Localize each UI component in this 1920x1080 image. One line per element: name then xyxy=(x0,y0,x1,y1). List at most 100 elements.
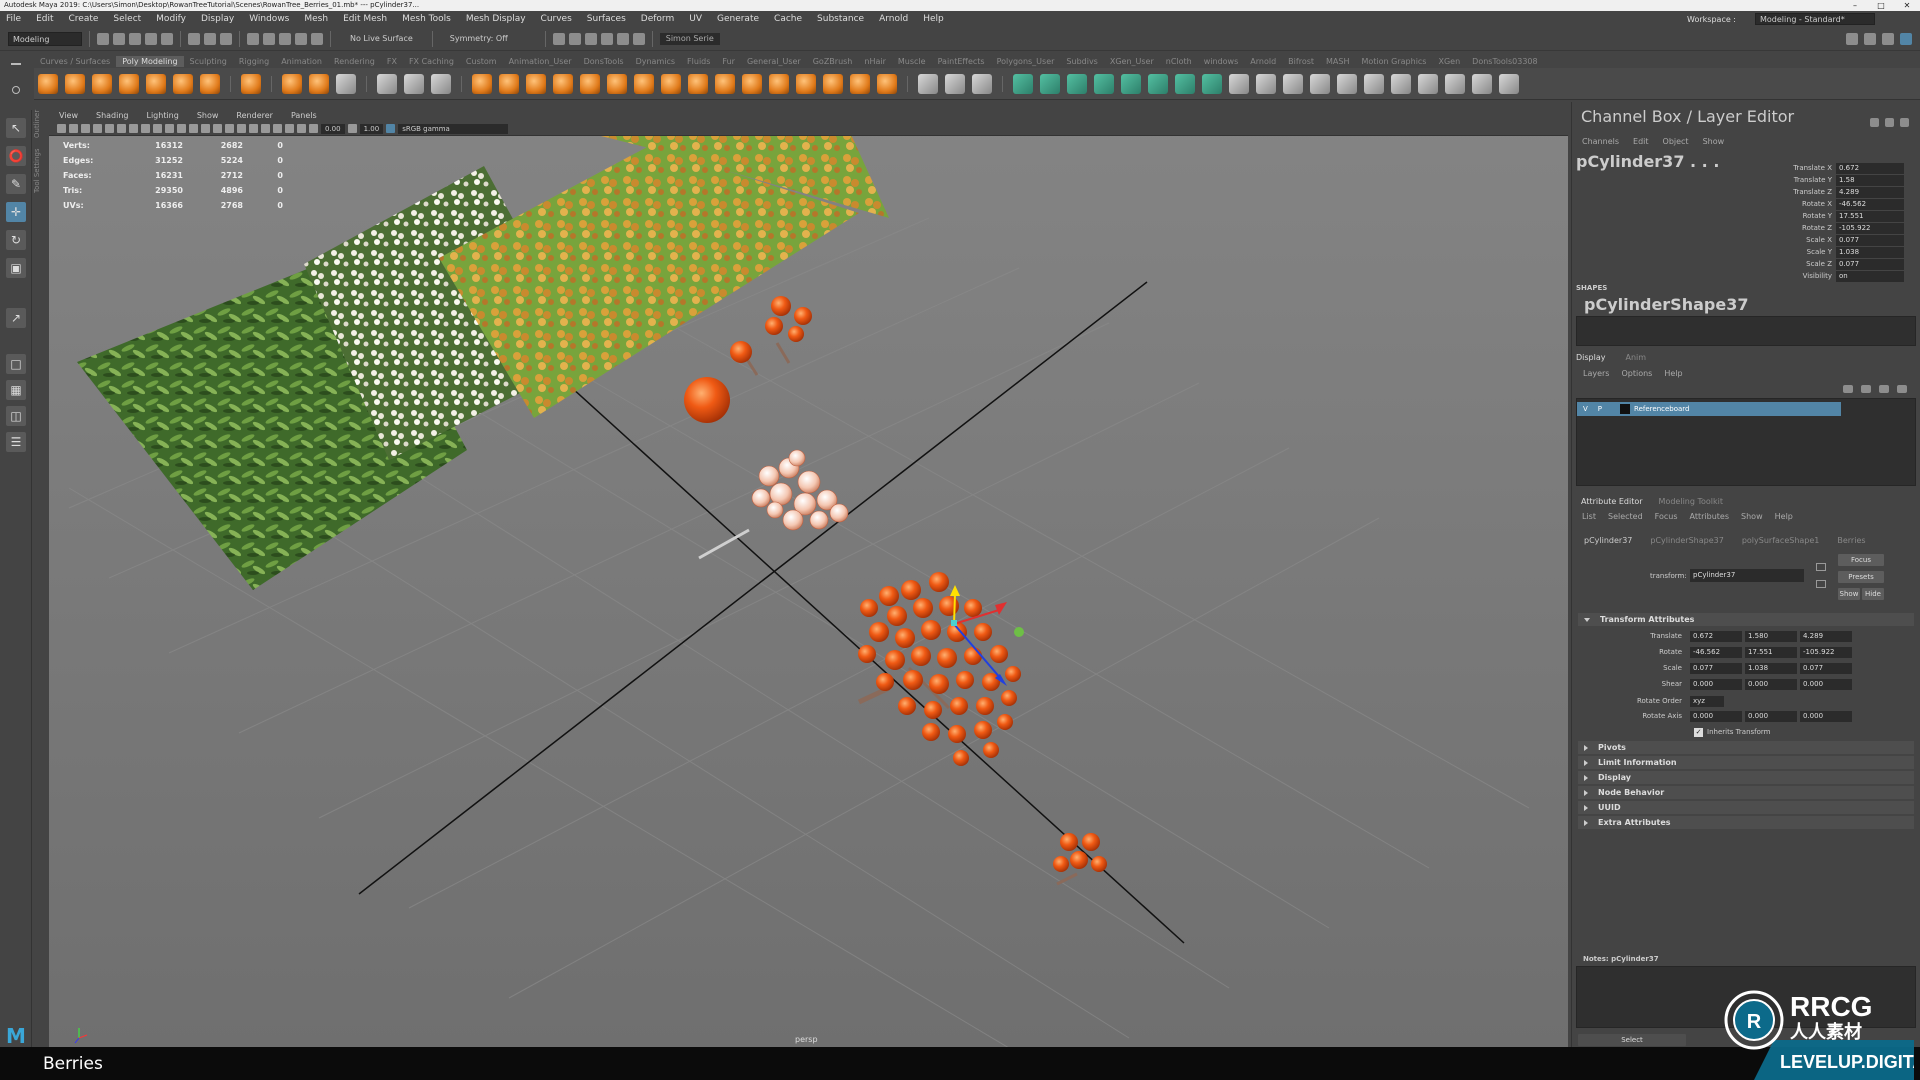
viewport-tool-9-icon[interactable] xyxy=(165,124,174,133)
shelf-tab-animation[interactable]: Animation xyxy=(275,56,328,67)
side-by-side-icon[interactable]: ◫ xyxy=(6,406,26,426)
snap-view-icon[interactable] xyxy=(295,32,307,45)
viewport-tool-8-icon[interactable] xyxy=(153,124,162,133)
channel-value[interactable]: 4.289 xyxy=(1836,186,1904,198)
shelf-tool-18-icon[interactable] xyxy=(472,73,492,94)
show-button[interactable]: Show xyxy=(1838,588,1860,600)
shelf-tool-33-icon[interactable] xyxy=(877,73,897,94)
shelf-tool-45-icon[interactable] xyxy=(1175,73,1195,94)
shelf-tab-gozbrush[interactable]: GoZBrush xyxy=(807,56,859,67)
menu-generate[interactable]: Generate xyxy=(717,14,759,24)
shelf-tool-5-icon[interactable] xyxy=(173,73,193,94)
channel-value[interactable]: 1.038 xyxy=(1836,246,1904,258)
section-pivots[interactable]: Pivots xyxy=(1578,741,1914,754)
attr-scale-y-field[interactable]: 1.038 xyxy=(1745,662,1797,674)
shelf-tool-0-icon[interactable] xyxy=(38,73,58,94)
live-surface-label[interactable]: No Live Surface xyxy=(350,34,413,43)
viewport-menu-view[interactable]: View xyxy=(59,111,78,120)
open-scene-icon[interactable] xyxy=(113,32,125,45)
gamma-field[interactable]: 1.00 xyxy=(359,123,384,134)
ae-menu-help[interactable]: Help xyxy=(1775,512,1793,521)
shelf-tool-2-icon[interactable] xyxy=(92,73,112,94)
shelf-tool-25-icon[interactable] xyxy=(661,73,681,94)
shelf-tool-55-icon[interactable] xyxy=(1445,73,1465,94)
shelf-tab-animation-user[interactable]: Animation_User xyxy=(503,56,578,67)
new-layer-icon[interactable] xyxy=(1879,385,1889,393)
shelf-tool-52-icon[interactable] xyxy=(1364,73,1384,94)
attr-scale-x-field[interactable]: 0.077 xyxy=(1690,662,1742,674)
go-to-output-icon[interactable] xyxy=(1816,580,1826,588)
menu-mesh-display[interactable]: Mesh Display xyxy=(466,14,526,24)
shelf-tab-motion-graphics[interactable]: Motion Graphics xyxy=(1355,56,1432,67)
shelf-tool-35-icon[interactable] xyxy=(918,73,938,94)
ae-menu-attributes[interactable]: Attributes xyxy=(1690,512,1730,521)
attr-shear-x-field[interactable]: 0.000 xyxy=(1690,678,1742,690)
channel-label[interactable]: Scale X xyxy=(1740,236,1836,244)
snap-point-icon[interactable] xyxy=(279,32,291,45)
rotate-tool-icon[interactable]: ↻ xyxy=(6,230,26,250)
shelf-tool-54-icon[interactable] xyxy=(1418,73,1438,94)
shelf-tool-40-icon[interactable] xyxy=(1040,73,1060,94)
shape-node-name[interactable]: pCylinderShape37 xyxy=(1584,295,1748,314)
tool-settings-tab[interactable]: Tool Settings xyxy=(33,148,47,193)
channel-label[interactable]: Translate X xyxy=(1740,164,1836,172)
channel-label[interactable]: Rotate X xyxy=(1740,200,1836,208)
ipr-render-icon[interactable] xyxy=(568,32,581,45)
viewport-tool-16-icon[interactable] xyxy=(249,124,258,133)
workspace-dropdown[interactable]: Modeling - Standard* xyxy=(1755,13,1875,25)
menu-surfaces[interactable]: Surfaces xyxy=(587,14,626,24)
close-button[interactable]: ✕ xyxy=(1894,0,1920,11)
shelf-tool-28-icon[interactable] xyxy=(742,73,762,94)
shelf-tool-41-icon[interactable] xyxy=(1067,73,1087,94)
color-management-icon[interactable] xyxy=(386,124,396,133)
shelf-tab-sculpting[interactable]: Sculpting xyxy=(184,56,233,67)
shelf-tab-dynamics[interactable]: Dynamics xyxy=(630,56,681,67)
save-scene-icon[interactable] xyxy=(129,32,141,45)
view-transform-dropdown[interactable]: sRGB gamma xyxy=(398,123,509,134)
new-scene-icon[interactable] xyxy=(97,32,109,45)
menu-cache[interactable]: Cache xyxy=(774,14,802,24)
channel-value[interactable]: 1.58 xyxy=(1836,174,1904,186)
scene-view[interactable] xyxy=(49,108,1568,1047)
render-view-icon[interactable] xyxy=(616,32,629,45)
rotate-axis-y-field[interactable]: 0.000 xyxy=(1745,710,1797,722)
inherits-transform-checkbox[interactable]: ✓ xyxy=(1694,727,1703,737)
shelf-tool-8-icon[interactable] xyxy=(241,73,261,94)
shelf-tool-4-icon[interactable] xyxy=(146,73,166,94)
shelf-tool-3-icon[interactable] xyxy=(119,73,139,94)
shelf-tab-bifrost[interactable]: Bifrost xyxy=(1282,56,1320,67)
display-layers-tab[interactable]: Display xyxy=(1576,353,1606,362)
attr-rotate-x-field[interactable]: -46.562 xyxy=(1690,646,1742,658)
shelf-tool-57-icon[interactable] xyxy=(1499,73,1519,94)
menu-help[interactable]: Help xyxy=(923,14,944,24)
channel-box-toggle-icon[interactable] xyxy=(1900,32,1912,45)
paint-select-icon[interactable]: ✎ xyxy=(6,174,26,194)
menu-deform[interactable]: Deform xyxy=(641,14,674,24)
snap-grid-icon[interactable] xyxy=(247,32,259,45)
channel-value[interactable]: 17.551 xyxy=(1836,210,1904,222)
ae-menu-focus[interactable]: Focus xyxy=(1655,512,1678,521)
attr-rotate-z-field[interactable]: -105.922 xyxy=(1800,646,1852,658)
section-uuid[interactable]: UUID xyxy=(1578,801,1914,814)
shelf-tool-49-icon[interactable] xyxy=(1283,73,1303,94)
viewport-tool-5-icon[interactable] xyxy=(117,124,126,133)
ae-menu-list[interactable]: List xyxy=(1582,512,1596,521)
shelf-tool-56-icon[interactable] xyxy=(1472,73,1492,94)
attr-shear-y-field[interactable]: 0.000 xyxy=(1745,678,1797,690)
channel-value[interactable]: 0.672 xyxy=(1836,162,1904,174)
undo-icon[interactable] xyxy=(145,32,157,45)
outliner-layout-icon[interactable]: ☰ xyxy=(6,432,26,452)
channel-label[interactable]: Visibility xyxy=(1740,272,1836,280)
channel-value[interactable]: -46.562 xyxy=(1836,198,1904,210)
channel-label[interactable]: Translate Z xyxy=(1740,188,1836,196)
shelf-settings-icon[interactable] xyxy=(12,85,20,94)
select-button[interactable]: Select xyxy=(1578,1034,1686,1046)
shelf-tool-46-icon[interactable] xyxy=(1202,73,1222,94)
modeling-toolkit-tab[interactable]: Modeling Toolkit xyxy=(1659,497,1723,506)
panel-layout-icon[interactable] xyxy=(1846,32,1858,45)
shelf-tool-14-icon[interactable] xyxy=(377,73,397,94)
shelf-tab-fur[interactable]: Fur xyxy=(716,56,741,67)
node-tab-polysurfaceshape1[interactable]: polySurfaceShape1 xyxy=(1742,536,1820,545)
channel-value[interactable]: -105.922 xyxy=(1836,222,1904,234)
menu-curves[interactable]: Curves xyxy=(541,14,572,24)
